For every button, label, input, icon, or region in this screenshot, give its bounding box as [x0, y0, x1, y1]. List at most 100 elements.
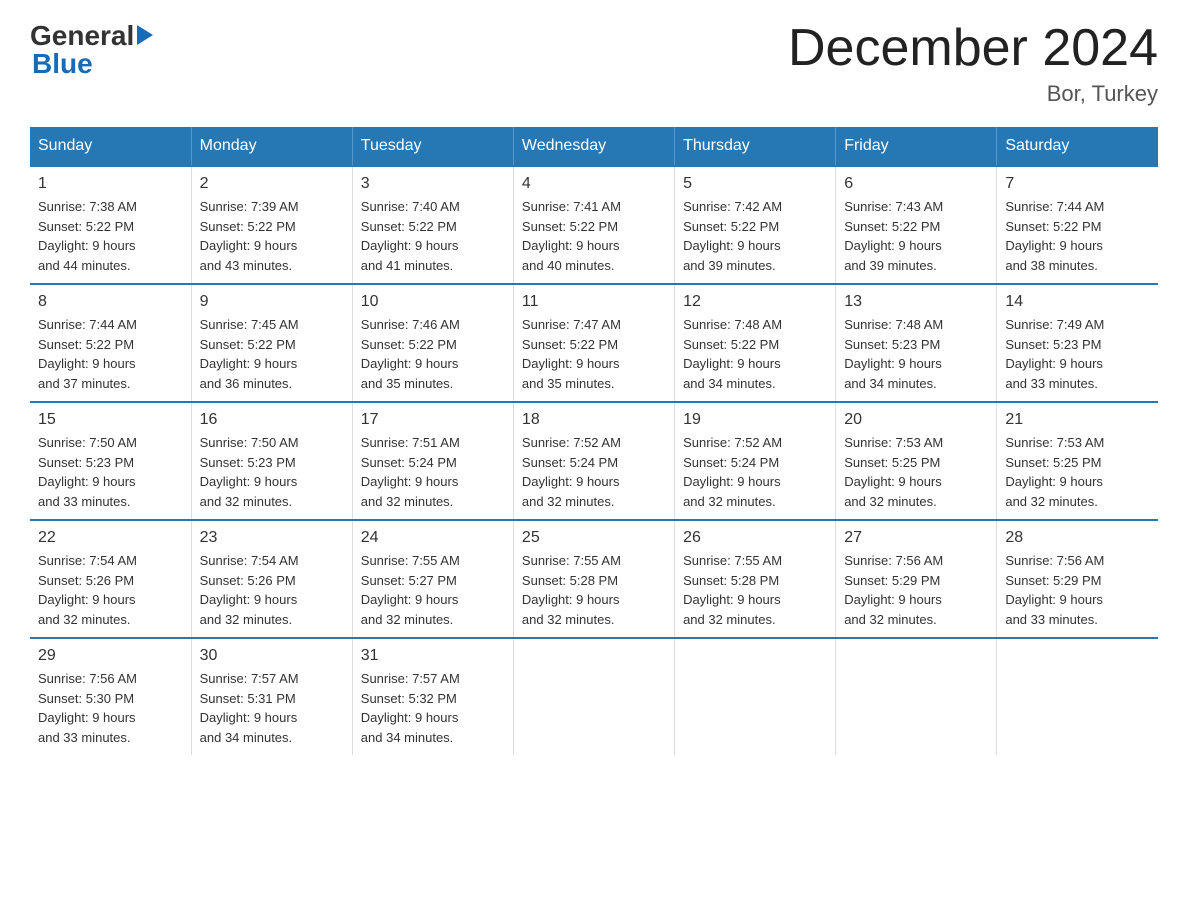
- day-info: Sunrise: 7:39 AMSunset: 5:22 PMDaylight:…: [200, 197, 344, 275]
- day-number: 14: [1005, 293, 1150, 311]
- month-year-title: December 2024: [788, 20, 1158, 77]
- day-info: Sunrise: 7:56 AMSunset: 5:29 PMDaylight:…: [1005, 551, 1150, 629]
- day-info: Sunrise: 7:50 AMSunset: 5:23 PMDaylight:…: [200, 433, 344, 511]
- weekday-header-thursday: Thursday: [675, 127, 836, 166]
- calendar-week-row: 8 Sunrise: 7:44 AMSunset: 5:22 PMDayligh…: [30, 284, 1158, 402]
- location-subtitle: Bor, Turkey: [788, 81, 1158, 107]
- calendar-day-cell: 18 Sunrise: 7:52 AMSunset: 5:24 PMDaylig…: [513, 402, 674, 520]
- calendar-day-cell: 26 Sunrise: 7:55 AMSunset: 5:28 PMDaylig…: [675, 520, 836, 638]
- day-info: Sunrise: 7:57 AMSunset: 5:31 PMDaylight:…: [200, 669, 344, 747]
- day-number: 20: [844, 411, 988, 429]
- calendar-day-cell: 27 Sunrise: 7:56 AMSunset: 5:29 PMDaylig…: [836, 520, 997, 638]
- day-number: 13: [844, 293, 988, 311]
- day-number: 1: [38, 175, 183, 193]
- day-info: Sunrise: 7:55 AMSunset: 5:28 PMDaylight:…: [522, 551, 666, 629]
- weekday-header-monday: Monday: [191, 127, 352, 166]
- calendar-week-row: 15 Sunrise: 7:50 AMSunset: 5:23 PMDaylig…: [30, 402, 1158, 520]
- day-number: 17: [361, 411, 505, 429]
- calendar-day-cell: 8 Sunrise: 7:44 AMSunset: 5:22 PMDayligh…: [30, 284, 191, 402]
- day-info: Sunrise: 7:53 AMSunset: 5:25 PMDaylight:…: [1005, 433, 1150, 511]
- calendar-day-cell: 29 Sunrise: 7:56 AMSunset: 5:30 PMDaylig…: [30, 638, 191, 755]
- calendar-week-row: 29 Sunrise: 7:56 AMSunset: 5:30 PMDaylig…: [30, 638, 1158, 755]
- calendar-day-cell: 9 Sunrise: 7:45 AMSunset: 5:22 PMDayligh…: [191, 284, 352, 402]
- day-info: Sunrise: 7:48 AMSunset: 5:23 PMDaylight:…: [844, 315, 988, 393]
- day-info: Sunrise: 7:43 AMSunset: 5:22 PMDaylight:…: [844, 197, 988, 275]
- calendar-day-cell: 24 Sunrise: 7:55 AMSunset: 5:27 PMDaylig…: [352, 520, 513, 638]
- day-number: 19: [683, 411, 827, 429]
- calendar-day-cell: 22 Sunrise: 7:54 AMSunset: 5:26 PMDaylig…: [30, 520, 191, 638]
- day-number: 11: [522, 293, 666, 311]
- calendar-day-cell: 13 Sunrise: 7:48 AMSunset: 5:23 PMDaylig…: [836, 284, 997, 402]
- day-number: 8: [38, 293, 183, 311]
- calendar-day-cell: 19 Sunrise: 7:52 AMSunset: 5:24 PMDaylig…: [675, 402, 836, 520]
- day-info: Sunrise: 7:52 AMSunset: 5:24 PMDaylight:…: [683, 433, 827, 511]
- day-info: Sunrise: 7:44 AMSunset: 5:22 PMDaylight:…: [1005, 197, 1150, 275]
- day-info: Sunrise: 7:40 AMSunset: 5:22 PMDaylight:…: [361, 197, 505, 275]
- weekday-header-saturday: Saturday: [997, 127, 1158, 166]
- day-number: 23: [200, 529, 344, 547]
- calendar-day-cell: 4 Sunrise: 7:41 AMSunset: 5:22 PMDayligh…: [513, 166, 674, 284]
- day-info: Sunrise: 7:38 AMSunset: 5:22 PMDaylight:…: [38, 197, 183, 275]
- calendar-day-cell: 17 Sunrise: 7:51 AMSunset: 5:24 PMDaylig…: [352, 402, 513, 520]
- day-info: Sunrise: 7:45 AMSunset: 5:22 PMDaylight:…: [200, 315, 344, 393]
- calendar-day-cell: 20 Sunrise: 7:53 AMSunset: 5:25 PMDaylig…: [836, 402, 997, 520]
- day-info: Sunrise: 7:54 AMSunset: 5:26 PMDaylight:…: [38, 551, 183, 629]
- day-number: 28: [1005, 529, 1150, 547]
- day-number: 16: [200, 411, 344, 429]
- calendar-day-cell: [997, 638, 1158, 755]
- calendar-day-cell: 21 Sunrise: 7:53 AMSunset: 5:25 PMDaylig…: [997, 402, 1158, 520]
- logo: General Blue: [30, 20, 153, 80]
- day-info: Sunrise: 7:55 AMSunset: 5:27 PMDaylight:…: [361, 551, 505, 629]
- calendar-week-row: 22 Sunrise: 7:54 AMSunset: 5:26 PMDaylig…: [30, 520, 1158, 638]
- day-number: 6: [844, 175, 988, 193]
- calendar-day-cell: 30 Sunrise: 7:57 AMSunset: 5:31 PMDaylig…: [191, 638, 352, 755]
- calendar-day-cell: 12 Sunrise: 7:48 AMSunset: 5:22 PMDaylig…: [675, 284, 836, 402]
- day-number: 25: [522, 529, 666, 547]
- day-number: 26: [683, 529, 827, 547]
- day-number: 27: [844, 529, 988, 547]
- day-info: Sunrise: 7:42 AMSunset: 5:22 PMDaylight:…: [683, 197, 827, 275]
- day-info: Sunrise: 7:46 AMSunset: 5:22 PMDaylight:…: [361, 315, 505, 393]
- day-info: Sunrise: 7:49 AMSunset: 5:23 PMDaylight:…: [1005, 315, 1150, 393]
- calendar-day-cell: 1 Sunrise: 7:38 AMSunset: 5:22 PMDayligh…: [30, 166, 191, 284]
- calendar-day-cell: 15 Sunrise: 7:50 AMSunset: 5:23 PMDaylig…: [30, 402, 191, 520]
- day-number: 18: [522, 411, 666, 429]
- page-header: General Blue December 2024 Bor, Turkey: [30, 20, 1158, 107]
- day-info: Sunrise: 7:56 AMSunset: 5:29 PMDaylight:…: [844, 551, 988, 629]
- calendar-day-cell: [675, 638, 836, 755]
- day-info: Sunrise: 7:57 AMSunset: 5:32 PMDaylight:…: [361, 669, 505, 747]
- day-info: Sunrise: 7:50 AMSunset: 5:23 PMDaylight:…: [38, 433, 183, 511]
- calendar-day-cell: 10 Sunrise: 7:46 AMSunset: 5:22 PMDaylig…: [352, 284, 513, 402]
- day-number: 29: [38, 647, 183, 665]
- day-info: Sunrise: 7:47 AMSunset: 5:22 PMDaylight:…: [522, 315, 666, 393]
- calendar-day-cell: 11 Sunrise: 7:47 AMSunset: 5:22 PMDaylig…: [513, 284, 674, 402]
- calendar-day-cell: 6 Sunrise: 7:43 AMSunset: 5:22 PMDayligh…: [836, 166, 997, 284]
- title-section: December 2024 Bor, Turkey: [788, 20, 1158, 107]
- calendar-day-cell: 28 Sunrise: 7:56 AMSunset: 5:29 PMDaylig…: [997, 520, 1158, 638]
- day-number: 31: [361, 647, 505, 665]
- weekday-header-row: SundayMondayTuesdayWednesdayThursdayFrid…: [30, 127, 1158, 166]
- day-number: 3: [361, 175, 505, 193]
- day-number: 7: [1005, 175, 1150, 193]
- calendar-day-cell: 3 Sunrise: 7:40 AMSunset: 5:22 PMDayligh…: [352, 166, 513, 284]
- day-info: Sunrise: 7:54 AMSunset: 5:26 PMDaylight:…: [200, 551, 344, 629]
- calendar-table: SundayMondayTuesdayWednesdayThursdayFrid…: [30, 127, 1158, 755]
- calendar-day-cell: 5 Sunrise: 7:42 AMSunset: 5:22 PMDayligh…: [675, 166, 836, 284]
- day-info: Sunrise: 7:55 AMSunset: 5:28 PMDaylight:…: [683, 551, 827, 629]
- day-info: Sunrise: 7:41 AMSunset: 5:22 PMDaylight:…: [522, 197, 666, 275]
- calendar-week-row: 1 Sunrise: 7:38 AMSunset: 5:22 PMDayligh…: [30, 166, 1158, 284]
- calendar-day-cell: 14 Sunrise: 7:49 AMSunset: 5:23 PMDaylig…: [997, 284, 1158, 402]
- day-info: Sunrise: 7:51 AMSunset: 5:24 PMDaylight:…: [361, 433, 505, 511]
- calendar-day-cell: 7 Sunrise: 7:44 AMSunset: 5:22 PMDayligh…: [997, 166, 1158, 284]
- weekday-header-wednesday: Wednesday: [513, 127, 674, 166]
- day-number: 5: [683, 175, 827, 193]
- day-number: 10: [361, 293, 505, 311]
- day-number: 4: [522, 175, 666, 193]
- day-number: 12: [683, 293, 827, 311]
- day-info: Sunrise: 7:52 AMSunset: 5:24 PMDaylight:…: [522, 433, 666, 511]
- day-number: 24: [361, 529, 505, 547]
- calendar-day-cell: 31 Sunrise: 7:57 AMSunset: 5:32 PMDaylig…: [352, 638, 513, 755]
- day-number: 2: [200, 175, 344, 193]
- day-info: Sunrise: 7:44 AMSunset: 5:22 PMDaylight:…: [38, 315, 183, 393]
- calendar-day-cell: 16 Sunrise: 7:50 AMSunset: 5:23 PMDaylig…: [191, 402, 352, 520]
